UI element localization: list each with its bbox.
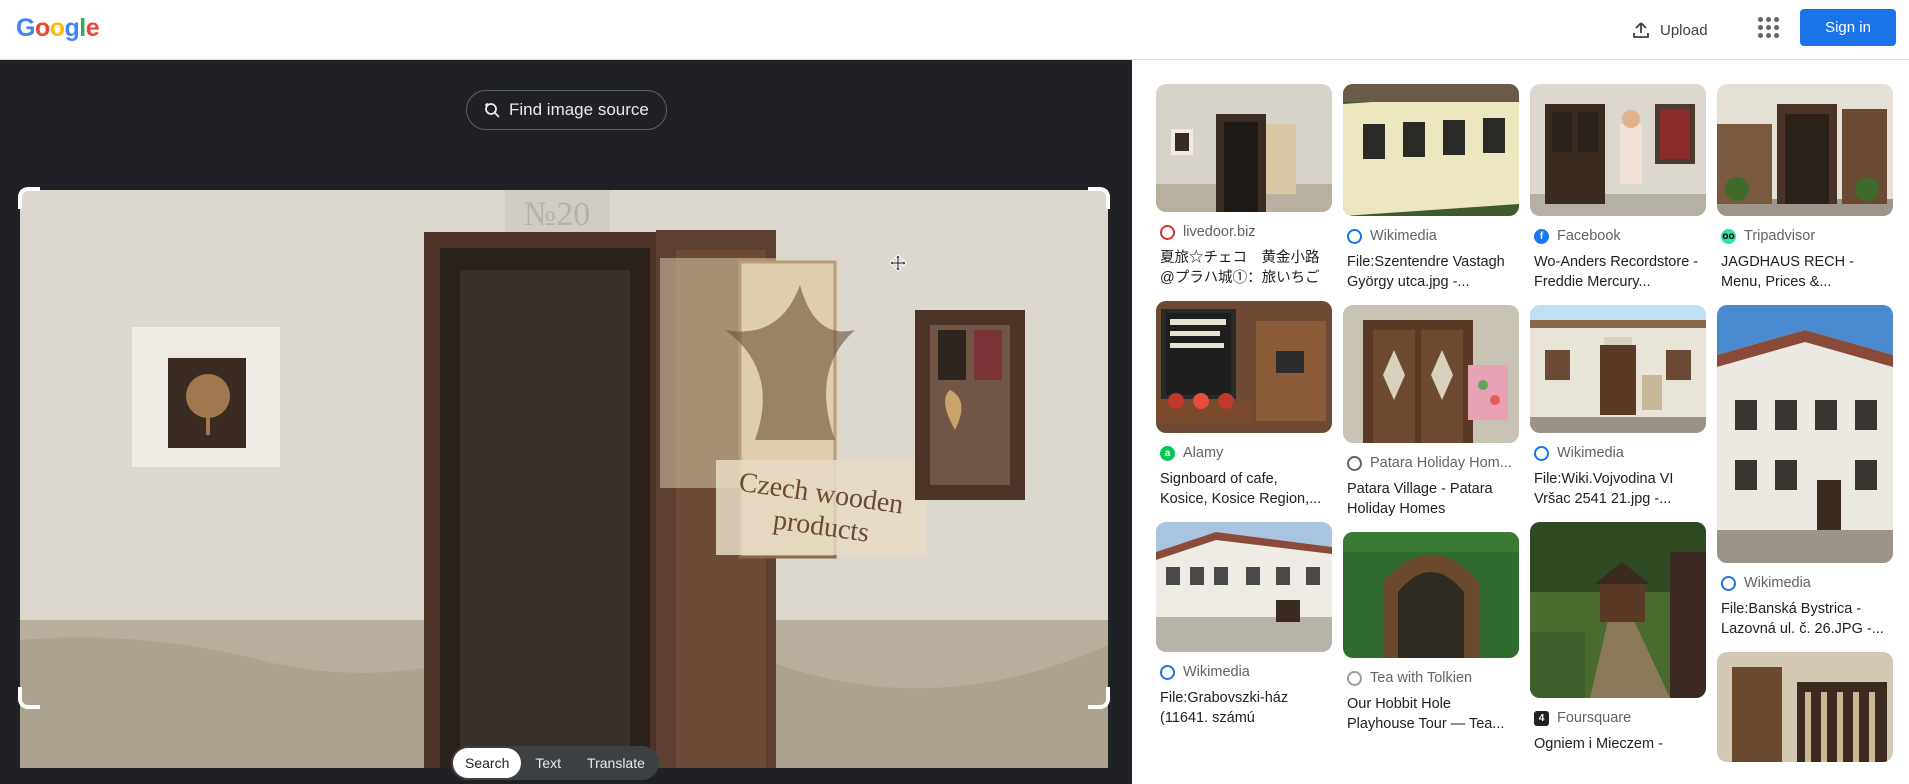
- result-card[interactable]: f Facebook Wo-Anders Recordstore - Freddi…: [1530, 84, 1706, 292]
- result-thumbnail[interactable]: [1530, 84, 1706, 216]
- result-thumbnail[interactable]: [1343, 305, 1519, 443]
- wikimedia-favicon-icon: [1347, 228, 1362, 244]
- result-thumbnail[interactable]: [1717, 305, 1893, 563]
- globe-favicon-icon: [1347, 455, 1362, 471]
- result-card[interactable]: Wikimedia File:Wiki.Vojvodina VI Vršac 2…: [1530, 305, 1706, 509]
- tripadvisor-favicon-icon: oo: [1721, 228, 1736, 244]
- upload-label: Upload: [1660, 21, 1708, 39]
- result-source: Wikimedia: [1557, 445, 1624, 461]
- tab-translate[interactable]: Translate: [575, 748, 657, 778]
- result-source: Wikimedia: [1744, 575, 1811, 591]
- result-thumbnail[interactable]: [1530, 522, 1706, 698]
- result-title[interactable]: File:Szentendre Vastagh György utca.jpg …: [1347, 252, 1515, 292]
- logo-letter: o: [34, 14, 50, 42]
- lens-search-icon: [485, 103, 500, 118]
- result-title[interactable]: Signboard of cafe, Kosice, Kosice Region…: [1160, 469, 1328, 509]
- result-title[interactable]: Patara Village - Patara Holiday Homes: [1347, 479, 1515, 519]
- result-card[interactable]: 4 Foursquare Ogniem i Mieczem -: [1530, 522, 1706, 754]
- result-thumbnail[interactable]: [1717, 84, 1893, 216]
- results-column-2: Wikimedia File:Szentendre Vastagh György…: [1343, 84, 1519, 747]
- crop-handle-top-left[interactable]: [18, 187, 40, 209]
- result-card[interactable]: a Alamy Signboard of cafe, Kosice, Kosice…: [1156, 301, 1332, 509]
- crop-handle-bottom-right[interactable]: [1088, 687, 1110, 709]
- move-cursor-icon: [889, 254, 907, 272]
- results-column-3: f Facebook Wo-Anders Recordstore - Freddi…: [1530, 84, 1706, 767]
- result-thumbnail[interactable]: [1156, 301, 1332, 433]
- livedoor-favicon-icon: [1160, 224, 1175, 240]
- result-card[interactable]: Tea with Tolkien Our Hobbit Hole Playhou…: [1343, 532, 1519, 734]
- wikimedia-favicon-icon: [1534, 445, 1549, 461]
- result-thumbnail[interactable]: [1343, 84, 1519, 216]
- result-title[interactable]: 夏旅☆チェコ 黄金小路 @プラハ城①：旅いちご: [1160, 248, 1328, 288]
- result-source: Tripadvisor: [1744, 228, 1816, 244]
- logo-letter: e: [85, 14, 100, 42]
- foursquare-favicon-icon: 4: [1534, 710, 1549, 726]
- results-column-1: livedoor.biz 夏旅☆チェコ 黄金小路 @プラハ城①：旅いちご a Al…: [1156, 84, 1332, 741]
- find-image-source-button[interactable]: Find image source: [466, 90, 667, 130]
- query-image[interactable]: №20 Czech wooden products: [20, 190, 1108, 768]
- tab-text[interactable]: Text: [523, 748, 573, 778]
- crop-handle-top-right[interactable]: [1088, 187, 1110, 209]
- result-source: Facebook: [1557, 228, 1621, 244]
- logo-letter: G: [16, 14, 35, 42]
- crop-handle-bottom-left[interactable]: [18, 687, 40, 709]
- results-column-4: oo Tripadvisor JAGDHAUS RECH - Menu, Pric…: [1717, 84, 1893, 775]
- result-source: Wikimedia: [1370, 228, 1437, 244]
- result-title[interactable]: File:Wiki.Vojvodina VI Vršac 2541 21.jpg…: [1534, 469, 1702, 509]
- result-source: Tea with Tolkien: [1370, 670, 1473, 686]
- facebook-favicon-icon: f: [1534, 228, 1549, 244]
- result-thumbnail[interactable]: [1530, 305, 1706, 433]
- logo-letter: g: [64, 14, 80, 42]
- alamy-favicon-icon: a: [1160, 445, 1175, 461]
- result-thumbnail[interactable]: [1156, 522, 1332, 652]
- result-title[interactable]: File:Banská Bystrica - Lazovná ul. č. 26…: [1721, 599, 1889, 639]
- tea-with-tolkien-favicon-icon: [1347, 670, 1362, 686]
- result-card[interactable]: livedoor.biz 夏旅☆チェコ 黄金小路 @プラハ城①：旅いちご: [1156, 84, 1332, 288]
- result-title[interactable]: File:Grabovszki-ház (11641. számú műemlé…: [1160, 688, 1328, 728]
- wikimedia-favicon-icon: [1160, 664, 1175, 680]
- result-title[interactable]: Our Hobbit Hole Playhouse Tour — Tea...: [1347, 694, 1515, 734]
- visual-matches: livedoor.biz 夏旅☆チェコ 黄金小路 @プラハ城①：旅いちご a Al…: [1132, 60, 1909, 784]
- find-image-source-label: Find image source: [509, 100, 649, 119]
- result-card[interactable]: Patara Holiday Hom... Patara Village - P…: [1343, 305, 1519, 519]
- result-thumbnail[interactable]: [1343, 532, 1519, 658]
- result-card[interactable]: [1717, 652, 1893, 762]
- google-logo[interactable]: Google: [16, 14, 100, 43]
- image-viewer: Find image source №20 Czech wooden produ…: [0, 60, 1132, 784]
- result-source: Patara Holiday Hom...: [1370, 455, 1512, 471]
- search-mode-tabs: Search Text Translate: [451, 746, 659, 780]
- result-source: Foursquare: [1557, 710, 1632, 726]
- result-title[interactable]: JAGDHAUS RECH - Menu, Prices &...: [1721, 252, 1889, 292]
- result-title[interactable]: Wo-Anders Recordstore - Freddie Mercury.…: [1534, 252, 1702, 292]
- result-thumbnail[interactable]: [1717, 652, 1893, 762]
- tab-search[interactable]: Search: [453, 748, 522, 778]
- upload-icon: [1633, 22, 1649, 38]
- apps-grid-icon[interactable]: [1753, 12, 1783, 42]
- top-bar: Google Upload Sign in: [0, 0, 1909, 60]
- upload-button[interactable]: Upload: [1620, 12, 1720, 48]
- logo-letter: o: [49, 14, 65, 42]
- result-source: Wikimedia: [1183, 664, 1250, 680]
- result-thumbnail[interactable]: [1156, 84, 1332, 212]
- sign-in-button[interactable]: Sign in: [1800, 9, 1896, 46]
- result-card[interactable]: Wikimedia File:Banská Bystrica - Lazovná…: [1717, 305, 1893, 639]
- result-card[interactable]: Wikimedia File:Grabovszki-ház (11641. sz…: [1156, 522, 1332, 728]
- svg-text:№20: №20: [524, 196, 590, 233]
- wikimedia-favicon-icon: [1721, 575, 1736, 591]
- result-title[interactable]: Ogniem i Mieczem -: [1534, 734, 1702, 754]
- result-source: livedoor.biz: [1183, 224, 1256, 240]
- result-card[interactable]: oo Tripadvisor JAGDHAUS RECH - Menu, Pric…: [1717, 84, 1893, 292]
- result-card[interactable]: Wikimedia File:Szentendre Vastagh György…: [1343, 84, 1519, 292]
- result-source: Alamy: [1183, 445, 1224, 461]
